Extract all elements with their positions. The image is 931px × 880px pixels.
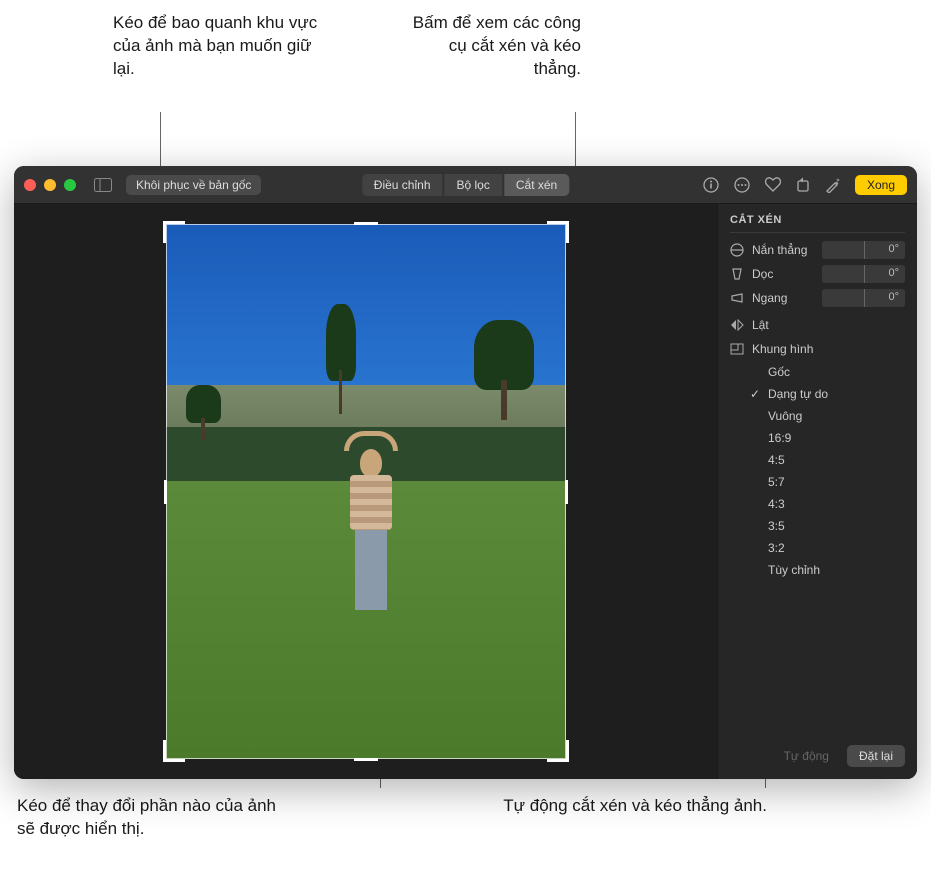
aspect-original[interactable]: Gốc xyxy=(750,361,905,383)
done-button[interactable]: Xong xyxy=(855,175,907,195)
reset-button[interactable]: Đặt lại xyxy=(847,745,905,767)
crop-border xyxy=(166,224,566,759)
straighten-slider-row: Nắn thẳng 0° xyxy=(730,241,905,259)
crop-handle-top-right[interactable] xyxy=(547,221,569,243)
crop-handle-bottom-left[interactable] xyxy=(163,740,185,762)
straighten-slider[interactable]: 0° xyxy=(822,241,905,259)
callout-drag-reposition: Kéo để thay đổi phần nào của ảnh sẽ được… xyxy=(17,795,297,841)
crop-handle-top[interactable] xyxy=(354,222,378,225)
callout-drag-crop: Kéo để bao quanh khu vực của ảnh mà bạn … xyxy=(113,12,323,81)
favorite-icon[interactable] xyxy=(765,177,781,193)
flip-button[interactable]: Lật xyxy=(730,313,905,337)
crop-handle-top-left[interactable] xyxy=(163,221,185,243)
aspect-icon xyxy=(730,343,744,355)
rotate-icon[interactable] xyxy=(795,177,811,193)
photos-edit-window: Khôi phục về bản gốc Điều chỉnh Bộ lọc C… xyxy=(14,166,917,779)
crop-rectangle[interactable] xyxy=(166,224,566,759)
toolbar-left: Khôi phục về bản gốc xyxy=(88,175,261,195)
callout-crop-tools: Bấm để xem các công cụ cắt xén và kéo th… xyxy=(401,12,581,81)
auto-button[interactable]: Tự động xyxy=(774,745,839,767)
canvas-area xyxy=(14,204,717,779)
crop-handle-bottom-right[interactable] xyxy=(547,740,569,762)
callout-line xyxy=(575,112,576,172)
aspect-4-3[interactable]: 4:3 xyxy=(750,493,905,515)
content-area: CẮT XÉN Nắn thẳng 0° Dọc 0° xyxy=(14,204,917,779)
fullscreen-button[interactable] xyxy=(64,179,76,191)
crop-handle-bottom[interactable] xyxy=(354,758,378,761)
horizontal-label: Ngang xyxy=(752,291,814,305)
crop-handle-right[interactable] xyxy=(565,480,568,504)
aspect-3-5[interactable]: 3:5 xyxy=(750,515,905,537)
aspect-header: Khung hình xyxy=(730,337,905,361)
info-icon[interactable] xyxy=(703,177,719,193)
more-icon[interactable] xyxy=(733,177,751,193)
flip-icon xyxy=(730,319,744,331)
horizontal-slider[interactable]: 0° xyxy=(822,289,905,307)
tab-filters[interactable]: Bộ lọc xyxy=(444,174,501,196)
auto-enhance-icon[interactable] xyxy=(825,177,841,193)
straighten-value: 0° xyxy=(888,243,899,255)
crop-side-panel: CẮT XÉN Nắn thẳng 0° Dọc 0° xyxy=(717,204,917,779)
aspect-ratio-list: Gốc Dạng tự do Vuông 16:9 4:5 5:7 4:3 3:… xyxy=(730,361,905,581)
edit-mode-tabs: Điều chỉnh Bộ lọc Cắt xén xyxy=(362,174,569,196)
vertical-value: 0° xyxy=(888,267,899,279)
vertical-perspective-icon xyxy=(730,267,744,281)
vertical-slider-row: Dọc 0° xyxy=(730,265,905,283)
straighten-icon xyxy=(730,243,744,257)
titlebar: Khôi phục về bản gốc Điều chỉnh Bộ lọc C… xyxy=(14,166,917,204)
flip-label: Lật xyxy=(752,318,769,332)
horizontal-slider-row: Ngang 0° xyxy=(730,289,905,307)
toolbar-right: Xong xyxy=(703,175,907,195)
revert-to-original-button[interactable]: Khôi phục về bản gốc xyxy=(126,175,261,195)
vertical-slider[interactable]: 0° xyxy=(822,265,905,283)
window-controls xyxy=(24,179,76,191)
horizontal-perspective-icon xyxy=(730,291,744,305)
aspect-4-5[interactable]: 4:5 xyxy=(750,449,905,471)
callout-auto-crop: Tự động cắt xén và kéo thẳng ảnh. xyxy=(447,795,767,818)
tab-adjust[interactable]: Điều chỉnh xyxy=(362,174,443,196)
aspect-freeform[interactable]: Dạng tự do xyxy=(750,383,905,405)
aspect-custom[interactable]: Tùy chỉnh xyxy=(750,559,905,581)
aspect-3-2[interactable]: 3:2 xyxy=(750,537,905,559)
crop-handle-left[interactable] xyxy=(164,480,167,504)
tab-crop[interactable]: Cắt xén xyxy=(504,174,569,196)
sidebar-toggle-icon[interactable] xyxy=(88,176,118,194)
vertical-label: Dọc xyxy=(752,267,814,281)
aspect-5-7[interactable]: 5:7 xyxy=(750,471,905,493)
aspect-label: Khung hình xyxy=(752,342,813,356)
aspect-square[interactable]: Vuông xyxy=(750,405,905,427)
straighten-label: Nắn thẳng xyxy=(752,243,814,257)
close-button[interactable] xyxy=(24,179,36,191)
panel-title: CẮT XÉN xyxy=(730,214,905,233)
horizontal-value: 0° xyxy=(888,291,899,303)
minimize-button[interactable] xyxy=(44,179,56,191)
panel-bottom-buttons: Tự động Đặt lại xyxy=(774,745,905,767)
aspect-16-9[interactable]: 16:9 xyxy=(750,427,905,449)
